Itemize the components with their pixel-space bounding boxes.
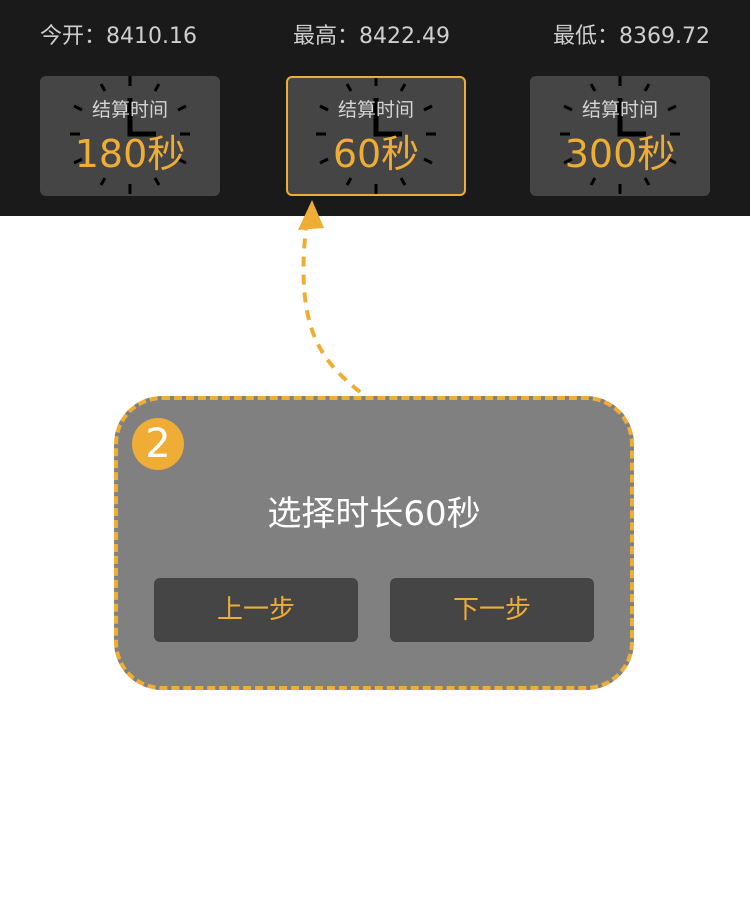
app-root: 今开：8410.16 最高：8422.49 最低：8369.72 结算时间 18…	[0, 0, 750, 920]
open-price: 今开：8410.16	[40, 24, 197, 49]
previous-step-button[interactable]: 上一步	[154, 578, 358, 642]
settlement-time-value: 60秒	[332, 132, 420, 176]
settlement-time-value: 300秒	[564, 132, 676, 176]
guide-tooltip: 2 选择时长60秒 上一步 下一步	[114, 396, 634, 690]
high-price: 最高：8422.49	[293, 24, 450, 49]
step-badge: 2	[132, 418, 184, 470]
market-header: 今开：8410.16 最高：8422.49 最低：8369.72 结算时间 18…	[0, 0, 750, 216]
settlement-time-label: 结算时间	[337, 99, 414, 121]
next-step-button[interactable]: 下一步	[390, 578, 594, 642]
settlement-option-300[interactable]: 结算时间 300秒	[530, 76, 710, 196]
guide-title: 选择时长60秒	[267, 494, 481, 534]
settlement-time-label: 结算时间	[91, 99, 168, 121]
low-price: 最低：8369.72	[553, 24, 710, 49]
settlement-option-60[interactable]: 结算时间 60秒	[286, 76, 466, 196]
settlement-time-label: 结算时间	[581, 99, 658, 121]
settlement-option-180[interactable]: 结算时间 180秒	[40, 76, 220, 196]
settlement-time-value: 180秒	[74, 132, 186, 176]
